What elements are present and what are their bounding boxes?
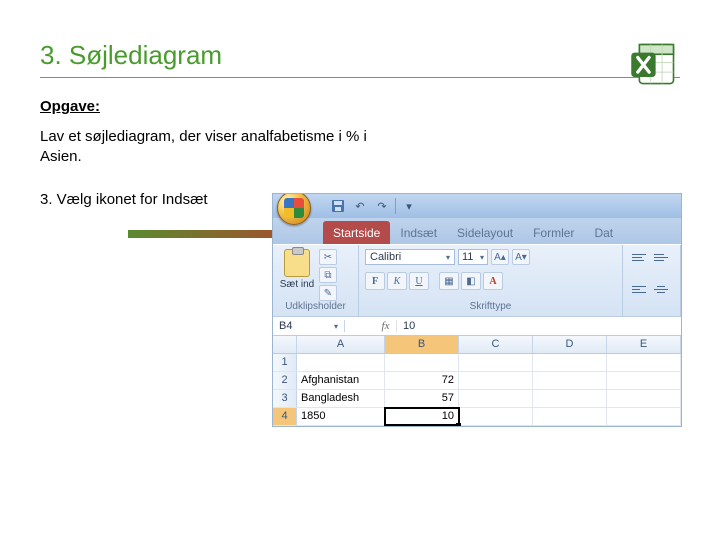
bold-button[interactable]: F	[365, 272, 385, 290]
col-header-A[interactable]: A	[297, 336, 385, 353]
tab-formler[interactable]: Formler	[523, 221, 584, 244]
opgave-description: Lav et søjlediagram, der viser analfabet…	[40, 127, 380, 168]
fill-color-icon[interactable]: ◧	[461, 272, 481, 290]
cell[interactable]	[607, 408, 681, 425]
row-header[interactable]: 4	[273, 408, 297, 425]
cell[interactable]	[297, 354, 385, 371]
tab-startside[interactable]: Startside	[323, 221, 390, 244]
font-color-icon[interactable]: A	[483, 272, 503, 290]
col-header-D[interactable]: D	[533, 336, 607, 353]
font-name-select[interactable]: Calibri▾	[365, 249, 455, 265]
table-row: 3 Bangladesh 57	[273, 390, 681, 408]
fx-icon[interactable]: fx	[375, 320, 397, 332]
chevron-down-icon: ▾	[334, 322, 338, 331]
shrink-font-icon[interactable]: A▾	[512, 249, 530, 265]
table-row: 4 1850 10	[273, 408, 681, 426]
paste-label: Sæt ind	[280, 279, 314, 290]
ribbon: Sæt ind ✂ ⧉ ✎ Udklipsholder Calibri▾ 11▾	[273, 244, 681, 316]
col-header-B[interactable]: B	[385, 336, 459, 353]
quick-access-toolbar: ↶ ↷ ▾	[273, 194, 681, 218]
copy-icon[interactable]: ⧉	[319, 267, 337, 283]
redo-icon[interactable]: ↷	[373, 197, 391, 215]
cell[interactable]	[533, 372, 607, 389]
chevron-down-icon: ▾	[446, 253, 450, 262]
align-left-icon[interactable]	[629, 282, 649, 298]
qat-separator	[395, 198, 396, 214]
row-header[interactable]: 3	[273, 390, 297, 407]
cell[interactable]: 72	[385, 372, 459, 389]
row-header[interactable]: 1	[273, 354, 297, 371]
paste-button[interactable]: Sæt ind	[279, 249, 315, 290]
col-header-E[interactable]: E	[607, 336, 681, 353]
select-all-corner[interactable]	[273, 336, 297, 353]
cell[interactable]	[459, 408, 533, 425]
cut-icon[interactable]: ✂	[319, 249, 337, 265]
cell-selected[interactable]: 10	[385, 408, 459, 425]
save-icon[interactable]	[329, 197, 347, 215]
tab-sidelayout[interactable]: Sidelayout	[447, 221, 523, 244]
table-row: 2 Afghanistan 72	[273, 372, 681, 390]
italic-button[interactable]: K	[387, 272, 407, 290]
format-painter-icon[interactable]: ✎	[319, 285, 337, 301]
border-icon[interactable]: ▦	[439, 272, 459, 290]
align-top-icon[interactable]	[629, 249, 649, 265]
table-row: 1	[273, 354, 681, 372]
tab-data[interactable]: Dat	[584, 221, 623, 244]
cell[interactable]	[385, 354, 459, 371]
align-center-icon[interactable]	[651, 282, 671, 298]
name-box[interactable]: B4▾	[273, 320, 345, 332]
group-font: Calibri▾ 11▾ A▴ A▾ F K U ▦ ◧ A	[359, 245, 623, 316]
align-middle-icon[interactable]	[651, 249, 671, 265]
cell[interactable]: 1850	[297, 408, 385, 425]
excel-window: ↶ ↷ ▾ Startside Indsæt Sidelayout Formle…	[272, 193, 682, 427]
cell[interactable]	[607, 354, 681, 371]
cell[interactable]	[607, 372, 681, 389]
group-font-label: Skrifttype	[365, 301, 616, 314]
group-clipboard-label: Udklipsholder	[279, 301, 352, 314]
grow-font-icon[interactable]: A▴	[491, 249, 509, 265]
group-alignment	[623, 245, 681, 316]
cell[interactable]: Afghanistan	[297, 372, 385, 389]
cell[interactable]	[533, 354, 607, 371]
cell[interactable]	[533, 408, 607, 425]
formula-input[interactable]: 10	[397, 320, 681, 332]
worksheet-grid[interactable]: A B C D E 1 2 Afghanistan 72 3 Banglades…	[273, 336, 681, 426]
cell[interactable]: 57	[385, 390, 459, 407]
group-align-label	[629, 312, 674, 314]
font-size-select[interactable]: 11▾	[458, 249, 488, 265]
excel-logo-icon	[628, 38, 680, 90]
cell[interactable]	[607, 390, 681, 407]
tab-indsaet[interactable]: Indsæt	[390, 221, 447, 244]
qat-customize-icon[interactable]: ▾	[400, 197, 418, 215]
clipboard-icon	[284, 249, 310, 277]
cell[interactable]	[459, 390, 533, 407]
underline-button[interactable]: U	[409, 272, 429, 290]
cell[interactable]: Bangladesh	[297, 390, 385, 407]
cell[interactable]	[459, 354, 533, 371]
chevron-down-icon: ▾	[480, 253, 484, 262]
undo-icon[interactable]: ↶	[351, 197, 369, 215]
col-header-C[interactable]: C	[459, 336, 533, 353]
step-text: 3. Vælg ikonet for Indsæt	[40, 190, 250, 210]
cell[interactable]	[533, 390, 607, 407]
ribbon-tabs: Startside Indsæt Sidelayout Formler Dat	[273, 218, 681, 244]
title-underline	[40, 77, 680, 78]
row-header[interactable]: 2	[273, 372, 297, 389]
cell[interactable]	[459, 372, 533, 389]
slide-title: 3. Søjlediagram	[40, 40, 680, 71]
group-clipboard: Sæt ind ✂ ⧉ ✎ Udklipsholder	[273, 245, 359, 316]
opgave-label: Opgave:	[40, 98, 680, 115]
formula-bar: B4▾ fx 10	[273, 316, 681, 336]
